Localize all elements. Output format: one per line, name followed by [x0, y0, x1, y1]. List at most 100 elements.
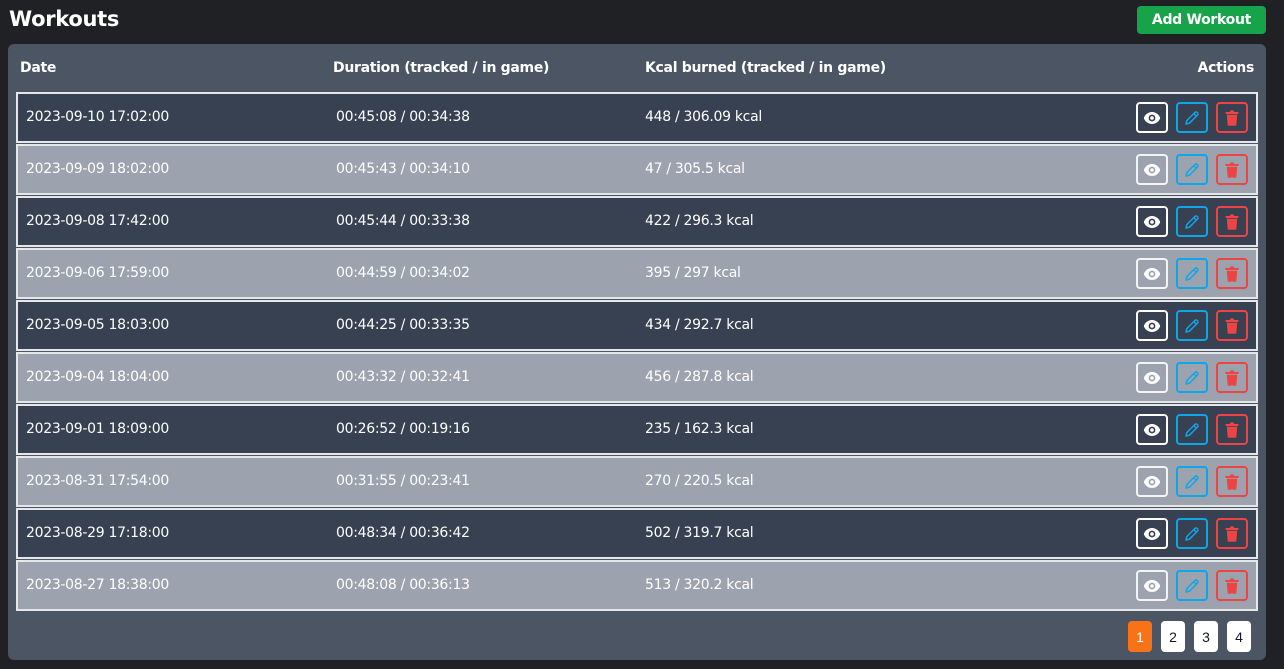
- trash-icon: [1225, 162, 1239, 178]
- edit-button[interactable]: [1176, 310, 1208, 341]
- table-row: 2023-09-10 17:02:00 00:45:08 / 00:34:38 44…: [16, 92, 1258, 143]
- row-kcal: 513 / 320.2 kcal: [645, 577, 754, 593]
- delete-button[interactable]: [1216, 362, 1248, 393]
- edit-button[interactable]: [1176, 206, 1208, 237]
- row-kcal: 502 / 319.7 kcal: [645, 525, 754, 541]
- view-button[interactable]: [1136, 570, 1168, 601]
- column-header-duration: Duration (tracked / in game): [333, 60, 550, 76]
- table-row: 2023-08-27 18:38:00 00:48:08 / 00:36:13 51…: [16, 560, 1258, 611]
- pencil-icon: [1184, 578, 1200, 594]
- view-button[interactable]: [1136, 310, 1168, 341]
- eye-icon: [1143, 215, 1161, 229]
- row-date: 2023-09-10 17:02:00: [26, 109, 169, 125]
- pencil-icon: [1184, 162, 1200, 178]
- trash-icon: [1225, 214, 1239, 230]
- pencil-icon: [1184, 526, 1200, 542]
- page-title: Workouts: [9, 7, 120, 31]
- pencil-icon: [1184, 370, 1200, 386]
- row-kcal: 448 / 306.09 kcal: [645, 109, 762, 125]
- table-row: 2023-09-08 17:42:00 00:45:44 / 00:33:38 42…: [16, 196, 1258, 247]
- eye-icon: [1143, 371, 1161, 385]
- row-duration: 00:45:43 / 00:34:10: [336, 161, 470, 177]
- row-date: 2023-09-06 17:59:00: [26, 265, 169, 281]
- page-button[interactable]: 4: [1227, 621, 1251, 652]
- row-duration: 00:48:08 / 00:36:13: [336, 577, 470, 593]
- page-button[interactable]: 3: [1194, 621, 1218, 652]
- eye-icon: [1143, 475, 1161, 489]
- pencil-icon: [1184, 422, 1200, 438]
- edit-button[interactable]: [1176, 518, 1208, 549]
- view-button[interactable]: [1136, 414, 1168, 445]
- edit-button[interactable]: [1176, 258, 1208, 289]
- table-row: 2023-09-04 18:04:00 00:43:32 / 00:32:41 45…: [16, 352, 1258, 403]
- view-button[interactable]: [1136, 154, 1168, 185]
- table-row: 2023-09-06 17:59:00 00:44:59 / 00:34:02 39…: [16, 248, 1258, 299]
- row-date: 2023-09-05 18:03:00: [26, 317, 169, 333]
- row-date: 2023-08-29 17:18:00: [26, 525, 169, 541]
- pencil-icon: [1184, 214, 1200, 230]
- view-button[interactable]: [1136, 518, 1168, 549]
- view-button[interactable]: [1136, 102, 1168, 133]
- edit-button[interactable]: [1176, 466, 1208, 497]
- delete-button[interactable]: [1216, 310, 1248, 341]
- trash-icon: [1225, 526, 1239, 542]
- column-header-date: Date: [20, 60, 57, 76]
- workouts-card: Date Duration (tracked / in game) Kcal b…: [8, 44, 1266, 660]
- row-kcal: 422 / 296.3 kcal: [645, 213, 754, 229]
- view-button[interactable]: [1136, 206, 1168, 237]
- row-kcal: 434 / 292.7 kcal: [645, 317, 754, 333]
- row-kcal: 47 / 305.5 kcal: [645, 161, 745, 177]
- edit-button[interactable]: [1176, 362, 1208, 393]
- delete-button[interactable]: [1216, 414, 1248, 445]
- trash-icon: [1225, 318, 1239, 334]
- table-row: 2023-08-31 17:54:00 00:31:55 / 00:23:41 27…: [16, 456, 1258, 507]
- pencil-icon: [1184, 474, 1200, 490]
- row-duration: 00:43:32 / 00:32:41: [336, 369, 470, 385]
- pencil-icon: [1184, 318, 1200, 334]
- row-date: 2023-09-01 18:09:00: [26, 421, 169, 437]
- row-duration: 00:26:52 / 00:19:16: [336, 421, 470, 437]
- delete-button[interactable]: [1216, 258, 1248, 289]
- table-row: 2023-09-09 18:02:00 00:45:43 / 00:34:10 47…: [16, 144, 1258, 195]
- delete-button[interactable]: [1216, 154, 1248, 185]
- eye-icon: [1143, 267, 1161, 281]
- eye-icon: [1143, 111, 1161, 125]
- row-date: 2023-08-27 18:38:00: [26, 577, 169, 593]
- table-row: 2023-09-01 18:09:00 00:26:52 / 00:19:16 23…: [16, 404, 1258, 455]
- delete-button[interactable]: [1216, 102, 1248, 133]
- row-duration: 00:31:55 / 00:23:41: [336, 473, 470, 489]
- row-date: 2023-09-04 18:04:00: [26, 369, 169, 385]
- page-button[interactable]: 2: [1161, 621, 1185, 652]
- row-duration: 00:45:44 / 00:33:38: [336, 213, 470, 229]
- row-duration: 00:44:25 / 00:33:35: [336, 317, 470, 333]
- row-date: 2023-09-09 18:02:00: [26, 161, 169, 177]
- delete-button[interactable]: [1216, 466, 1248, 497]
- row-duration: 00:45:08 / 00:34:38: [336, 109, 470, 125]
- row-kcal: 270 / 220.5 kcal: [645, 473, 754, 489]
- delete-button[interactable]: [1216, 518, 1248, 549]
- row-kcal: 395 / 297 kcal: [645, 265, 741, 281]
- pencil-icon: [1184, 110, 1200, 126]
- column-header-actions: Actions: [1197, 60, 1255, 76]
- view-button[interactable]: [1136, 362, 1168, 393]
- delete-button[interactable]: [1216, 570, 1248, 601]
- edit-button[interactable]: [1176, 102, 1208, 133]
- row-duration: 00:44:59 / 00:34:02: [336, 265, 470, 281]
- trash-icon: [1225, 370, 1239, 386]
- edit-button[interactable]: [1176, 414, 1208, 445]
- eye-icon: [1143, 163, 1161, 177]
- edit-button[interactable]: [1176, 154, 1208, 185]
- column-header-kcal: Kcal burned (tracked / in game): [645, 60, 886, 76]
- row-duration: 00:48:34 / 00:36:42: [336, 525, 470, 541]
- eye-icon: [1143, 579, 1161, 593]
- view-button[interactable]: [1136, 258, 1168, 289]
- eye-icon: [1143, 423, 1161, 437]
- eye-icon: [1143, 319, 1161, 333]
- edit-button[interactable]: [1176, 570, 1208, 601]
- table-row: 2023-09-05 18:03:00 00:44:25 / 00:33:35 43…: [16, 300, 1258, 351]
- view-button[interactable]: [1136, 466, 1168, 497]
- add-workout-button[interactable]: Add Workout: [1137, 6, 1266, 34]
- trash-icon: [1225, 474, 1239, 490]
- delete-button[interactable]: [1216, 206, 1248, 237]
- page-button[interactable]: 1: [1128, 621, 1152, 652]
